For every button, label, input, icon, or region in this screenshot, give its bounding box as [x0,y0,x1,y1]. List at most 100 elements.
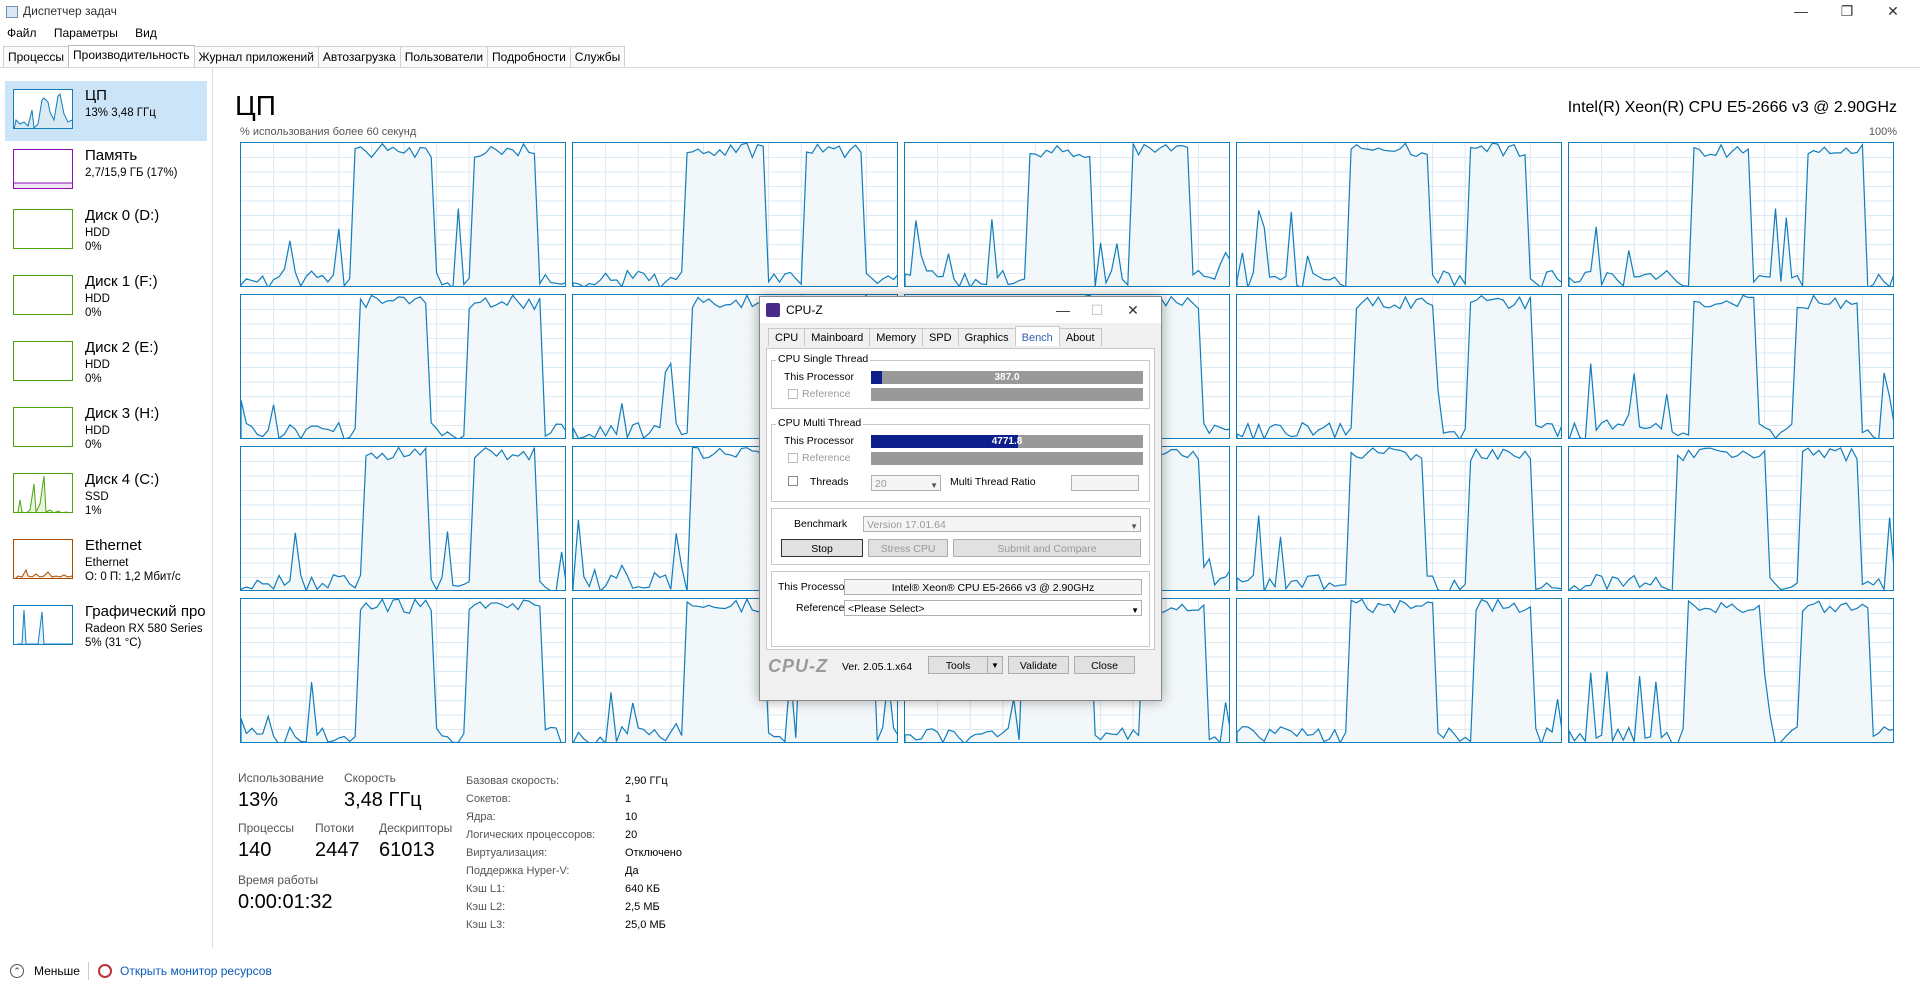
submit-compare-button[interactable]: Submit and Compare [953,539,1141,557]
threads-label: Threads [810,476,849,488]
sidebar-item-disk-2[interactable]: Диск 2 (E:) HDD 0% [5,333,207,393]
sidebar-name: Ethernet [85,537,142,554]
close-button[interactable]: ✕ [1870,0,1916,24]
gpu-thumbnail [13,605,73,645]
cpuz-maximize-button[interactable]: ☐ [1080,299,1114,321]
spec-value: Да [625,865,639,877]
cpuz-minimize-button[interactable]: — [1046,299,1080,321]
cpuz-logo-icon [766,303,780,317]
usage-value: 13% [238,789,279,811]
multi-this-label: This Processor [784,435,855,447]
logical-processor-graph [240,446,566,591]
threads-label: Потоки [315,821,355,835]
spec-label: Ядра: [466,811,496,823]
cpu-thumbnail [13,89,73,129]
multi-reference-label: Reference [802,452,851,464]
sidebar-item-disk-3[interactable]: Диск 3 (H:) HDD 0% [5,399,207,459]
spec-label: Базовая скорость: [466,775,560,787]
sidebar-sub: 0% [85,241,102,253]
cpuz-tab-graphics[interactable]: Graphics [957,328,1016,346]
cpuz-tab-about[interactable]: About [1058,328,1102,346]
validate-button[interactable]: Validate [1008,656,1069,674]
cpuz-version: Ver. 2.05.1.x64 [842,661,913,673]
restore-button[interactable]: ❐ [1824,0,1870,24]
tab-details[interactable]: Подробности [487,46,571,67]
cpuz-tab-bench[interactable]: Bench [1014,326,1060,346]
multi-thread-bar: 4771.8 [871,435,1143,448]
logical-processor-graph [1236,598,1562,743]
spec-label: Кэш L1: [466,883,506,895]
logical-processor-graph [1236,294,1562,439]
reference-select[interactable]: <Please Select> ▼ [844,600,1142,616]
sidebar-item-ethernet[interactable]: Ethernet Ethernet О: 0 П: 1,2 Мбит/с [5,531,207,591]
ethernet-thumbnail [13,539,73,579]
tab-processes[interactable]: Процессы [3,46,70,67]
threads-checkbox[interactable] [788,476,798,486]
tab-startup[interactable]: Автозагрузка [317,46,401,67]
cpuz-window[interactable]: CPU-Z — ☐ ✕ CPU Mainboard Memory SPD Gra… [759,296,1162,701]
multi-thread-score: 4771.8 [991,436,1023,447]
tab-performance[interactable]: Производительность [68,45,195,67]
cpuz-tab-bar: CPU Mainboard Memory SPD Graphics Bench … [768,326,1102,348]
chevron-down-icon: ▼ [1131,606,1139,615]
disk-thumbnail [13,341,73,381]
benchmark-version-select[interactable]: Version 17.01.64 ▼ [863,516,1141,532]
menu-options[interactable]: Параметры [47,24,125,40]
tab-app-history[interactable]: Журнал приложений [193,46,319,67]
chevron-up-icon[interactable]: ⌃ [10,964,24,978]
sidebar-item-cpu[interactable]: ЦП 13% 3,48 ГГц [5,81,207,141]
stop-button[interactable]: Stop [781,539,863,557]
logical-processor-graph [1236,142,1562,287]
tab-users[interactable]: Пользователи [399,46,489,67]
speed-value: 3,48 ГГц [344,789,422,811]
sidebar-sub: 5% (31 °C) [85,637,142,649]
spec-value: 640 КБ [625,883,661,895]
multi-reference-checkbox[interactable] [788,453,798,463]
cpuz-tab-mainboard[interactable]: Mainboard [804,328,871,346]
cpuz-title-bar: CPU-Z — ☐ ✕ [760,297,1161,323]
cpuz-bench-panel: CPU Single Thread This Processor 387.0 R… [766,348,1155,650]
ratio-label: Multi Thread Ratio [950,476,1036,488]
cpuz-tab-cpu[interactable]: CPU [768,328,806,346]
menu-file[interactable]: Файл [0,24,44,40]
cpu-model-name: Intel(R) Xeon(R) CPU E5-2666 v3 @ 2.90GH… [1567,99,1897,116]
single-reference-checkbox[interactable] [788,389,798,399]
cpuz-tab-spd[interactable]: SPD [921,328,959,346]
cpuz-tab-memory[interactable]: Memory [869,328,923,346]
benchmark-group: Benchmark Version 17.01.64 ▼ Stop Stress… [771,508,1150,565]
threads-select[interactable]: 20 ▼ [871,475,941,491]
sidebar-item-gpu[interactable]: Графический про Radeon RX 580 Series 5% … [5,597,207,657]
fewer-details-button[interactable]: Меньше [34,964,80,978]
stress-cpu-button[interactable]: Stress CPU [868,539,948,557]
tools-button[interactable]: Tools [928,656,988,674]
multi-thread-group: CPU Multi Thread This Processor 4771.8 R… [771,417,1150,502]
sidebar-item-disk-1[interactable]: Диск 1 (F:) HDD 0% [5,267,207,327]
cpuz-close-button[interactable]: ✕ [1116,299,1150,321]
sidebar-name: Диск 3 (H:) [85,405,160,422]
tab-bar: Процессы Производительность Журнал прило… [3,45,626,68]
minimize-button[interactable]: — [1778,0,1824,24]
sidebar-item-disk-0[interactable]: Диск 0 (D:) HDD 0% [5,201,207,261]
menu-view[interactable]: Вид [128,24,164,40]
processes-value: 140 [238,839,272,861]
tab-services[interactable]: Службы [569,46,626,67]
single-reference-label: Reference [802,388,851,400]
sidebar-item-memory[interactable]: Память 2,7/15,9 ГБ (17%) [5,141,207,201]
spec-label: Кэш L2: [466,901,506,913]
resource-monitor-link[interactable]: Открыть монитор ресурсов [120,964,272,978]
menu-bar: Файл Параметры Вид [0,24,164,44]
spec-label: Логических процессоров: [466,829,596,841]
sidebar-sub: 0% [85,439,102,451]
cpuz-bottom-bar: CPU-Z Ver. 2.05.1.x64 Tools ▼ Validate C… [760,651,1161,699]
proc-label: This Processor [778,581,849,593]
disk-thumbnail [13,473,73,513]
sidebar-name: Память [85,147,138,164]
disk-thumbnail [13,407,73,447]
single-reference-bar [871,388,1143,401]
logical-processor-graph [904,142,1230,287]
ratio-field [1071,475,1139,491]
tools-dropdown-icon[interactable]: ▼ [987,656,1003,674]
sidebar-item-disk-4[interactable]: Диск 4 (C:) SSD 1% [5,465,207,525]
footer-divider [88,962,89,980]
close-cpuz-button[interactable]: Close [1074,656,1135,674]
